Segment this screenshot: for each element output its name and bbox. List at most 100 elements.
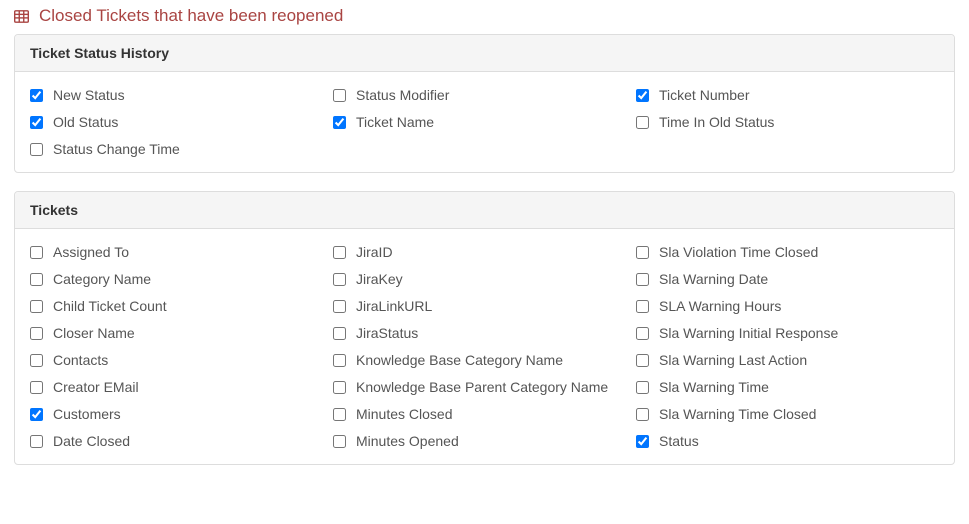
field-option: Sla Warning Last Action <box>636 352 931 368</box>
field-label[interactable]: JiraKey <box>356 271 403 287</box>
section-heading: Ticket Status History <box>15 35 954 72</box>
field-label[interactable]: Ticket Name <box>356 114 434 130</box>
field-checkbox[interactable] <box>30 143 43 156</box>
field-checkbox[interactable] <box>636 408 649 421</box>
field-checkbox[interactable] <box>30 354 43 367</box>
field-option: Child Ticket Count <box>30 298 325 314</box>
field-label[interactable]: Assigned To <box>53 244 129 260</box>
field-checkbox[interactable] <box>636 300 649 313</box>
field-column: Ticket Number Time In Old Status <box>636 87 939 157</box>
field-checkbox[interactable] <box>333 246 346 259</box>
field-checkbox[interactable] <box>636 381 649 394</box>
field-checkbox[interactable] <box>636 273 649 286</box>
field-checkbox[interactable] <box>636 327 649 340</box>
field-checkbox[interactable] <box>333 300 346 313</box>
field-option: Status Change Time <box>30 141 325 157</box>
field-checkbox[interactable] <box>333 408 346 421</box>
field-option: Sla Warning Time <box>636 379 931 395</box>
field-label[interactable]: JiraID <box>356 244 393 260</box>
field-label[interactable]: Sla Warning Last Action <box>659 352 807 368</box>
field-label[interactable]: JiraLinkURL <box>356 298 432 314</box>
field-column: Status Modifier Ticket Name <box>333 87 636 157</box>
field-checkbox[interactable] <box>30 408 43 421</box>
section-heading: Tickets <box>15 192 954 229</box>
field-label[interactable]: Sla Warning Time Closed <box>659 406 816 422</box>
field-option: JiraStatus <box>333 325 628 341</box>
field-checkbox[interactable] <box>636 354 649 367</box>
field-option: Ticket Number <box>636 87 931 103</box>
field-checkbox[interactable] <box>636 246 649 259</box>
field-option: Knowledge Base Category Name <box>333 352 628 368</box>
field-option: Category Name <box>30 271 325 287</box>
section-panel: Tickets Assigned To Category Name Child Tic… <box>14 191 955 465</box>
field-column: JiraID JiraKey JiraLinkURL JiraStatus Knowle… <box>333 244 636 449</box>
field-checkbox[interactable] <box>30 89 43 102</box>
field-checkbox[interactable] <box>30 273 43 286</box>
field-option: Time In Old Status <box>636 114 931 130</box>
field-label[interactable]: JiraStatus <box>356 325 418 341</box>
field-checkbox[interactable] <box>333 354 346 367</box>
section-panel: Ticket Status History New Status Old Statu… <box>14 34 955 173</box>
field-label[interactable]: Customers <box>53 406 121 422</box>
field-label[interactable]: Old Status <box>53 114 118 130</box>
field-column: New Status Old Status Status Change Time <box>30 87 333 157</box>
field-option: Sla Warning Initial Response <box>636 325 931 341</box>
field-option: Closer Name <box>30 325 325 341</box>
field-label[interactable]: Sla Violation Time Closed <box>659 244 818 260</box>
field-checkbox[interactable] <box>30 116 43 129</box>
page-header: Closed Tickets that have been reopened <box>0 0 969 34</box>
field-option: Knowledge Base Parent Category Name <box>333 379 628 395</box>
field-checkbox[interactable] <box>30 246 43 259</box>
field-label[interactable]: Child Ticket Count <box>53 298 167 314</box>
field-option: JiraLinkURL <box>333 298 628 314</box>
field-label[interactable]: Status Change Time <box>53 141 180 157</box>
field-column: Sla Violation Time Closed Sla Warning Dat… <box>636 244 939 449</box>
field-checkbox[interactable] <box>333 116 346 129</box>
field-checkbox[interactable] <box>30 435 43 448</box>
field-checkbox[interactable] <box>636 435 649 448</box>
field-label[interactable]: Contacts <box>53 352 108 368</box>
section-body: New Status Old Status Status Change Time St… <box>15 72 954 172</box>
field-label[interactable]: Status Modifier <box>356 87 449 103</box>
field-label[interactable]: Knowledge Base Category Name <box>356 352 563 368</box>
field-option: Status Modifier <box>333 87 628 103</box>
field-checkbox[interactable] <box>333 381 346 394</box>
field-label[interactable]: Status <box>659 433 699 449</box>
field-checkbox[interactable] <box>30 300 43 313</box>
field-label[interactable]: Sla Warning Initial Response <box>659 325 838 341</box>
field-label[interactable]: Sla Warning Date <box>659 271 768 287</box>
field-option: JiraKey <box>333 271 628 287</box>
field-option: Date Closed <box>30 433 325 449</box>
field-label[interactable]: Creator EMail <box>53 379 139 395</box>
field-option: Status <box>636 433 931 449</box>
field-option: New Status <box>30 87 325 103</box>
field-checkbox[interactable] <box>30 327 43 340</box>
field-option: Old Status <box>30 114 325 130</box>
field-label[interactable]: Ticket Number <box>659 87 750 103</box>
field-label[interactable]: New Status <box>53 87 125 103</box>
field-checkbox[interactable] <box>30 381 43 394</box>
field-option: Creator EMail <box>30 379 325 395</box>
field-label[interactable]: Closer Name <box>53 325 135 341</box>
page-title: Closed Tickets that have been reopened <box>39 6 343 26</box>
field-label[interactable]: Minutes Closed <box>356 406 453 422</box>
field-option: Customers <box>30 406 325 422</box>
field-checkbox[interactable] <box>636 116 649 129</box>
field-option: Sla Violation Time Closed <box>636 244 931 260</box>
field-checkbox[interactable] <box>333 327 346 340</box>
field-option: Sla Warning Time Closed <box>636 406 931 422</box>
field-option: Ticket Name <box>333 114 628 130</box>
field-checkbox[interactable] <box>333 273 346 286</box>
field-label[interactable]: Category Name <box>53 271 151 287</box>
field-option: Minutes Closed <box>333 406 628 422</box>
field-label[interactable]: Time In Old Status <box>659 114 774 130</box>
field-label[interactable]: SLA Warning Hours <box>659 298 781 314</box>
field-label[interactable]: Date Closed <box>53 433 130 449</box>
field-label[interactable]: Sla Warning Time <box>659 379 769 395</box>
field-checkbox[interactable] <box>636 89 649 102</box>
field-label[interactable]: Minutes Opened <box>356 433 459 449</box>
field-checkbox[interactable] <box>333 89 346 102</box>
field-checkbox[interactable] <box>333 435 346 448</box>
field-option: Minutes Opened <box>333 433 628 449</box>
field-label[interactable]: Knowledge Base Parent Category Name <box>356 379 608 395</box>
